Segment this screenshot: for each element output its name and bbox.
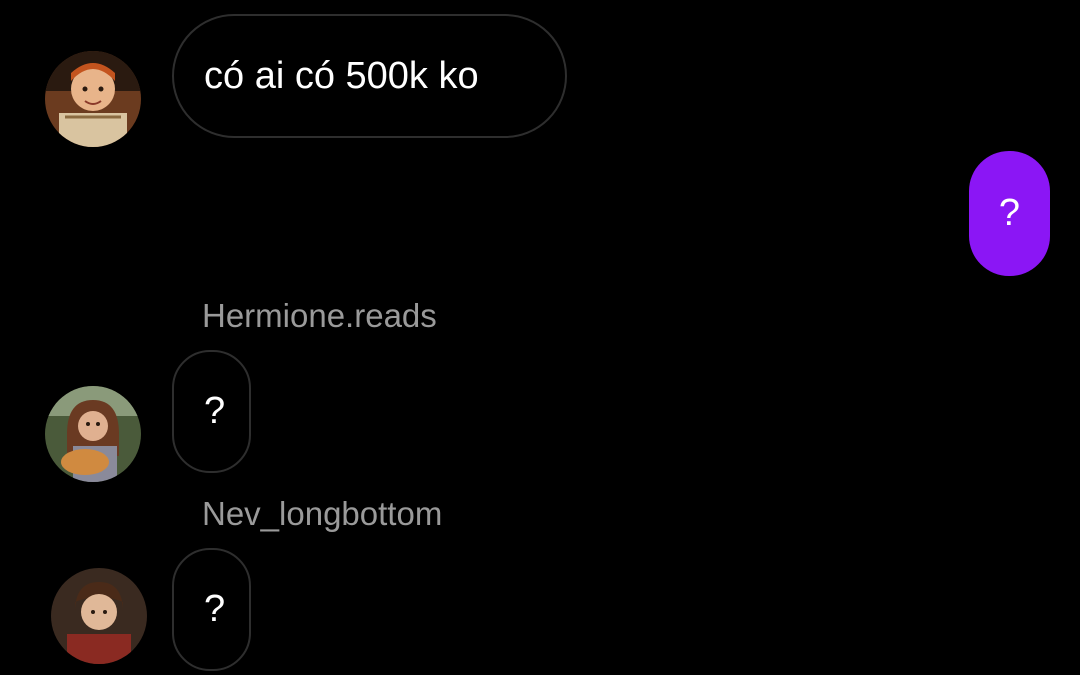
neville-avatar-image [51, 568, 147, 664]
hermione-avatar-image [45, 386, 141, 482]
ron-avatar-image [45, 51, 141, 147]
avatar[interactable] [51, 568, 147, 664]
avatar[interactable] [45, 51, 141, 147]
sender-name: Nev_longbottom [202, 495, 443, 532]
message-text: ? [998, 192, 1021, 234]
message-bubble[interactable]: ? [172, 548, 251, 671]
avatar[interactable] [45, 386, 141, 482]
message-text: ? [204, 390, 226, 432]
message-text: ? [204, 588, 226, 630]
sender-name: Hermione.reads [202, 297, 437, 334]
message-bubble[interactable]: có ai có 500k ko [172, 14, 567, 138]
message-text: có ai có 500k ko [204, 54, 479, 97]
message-bubble[interactable]: ? [969, 151, 1050, 276]
message-bubble[interactable]: ? [172, 350, 251, 473]
